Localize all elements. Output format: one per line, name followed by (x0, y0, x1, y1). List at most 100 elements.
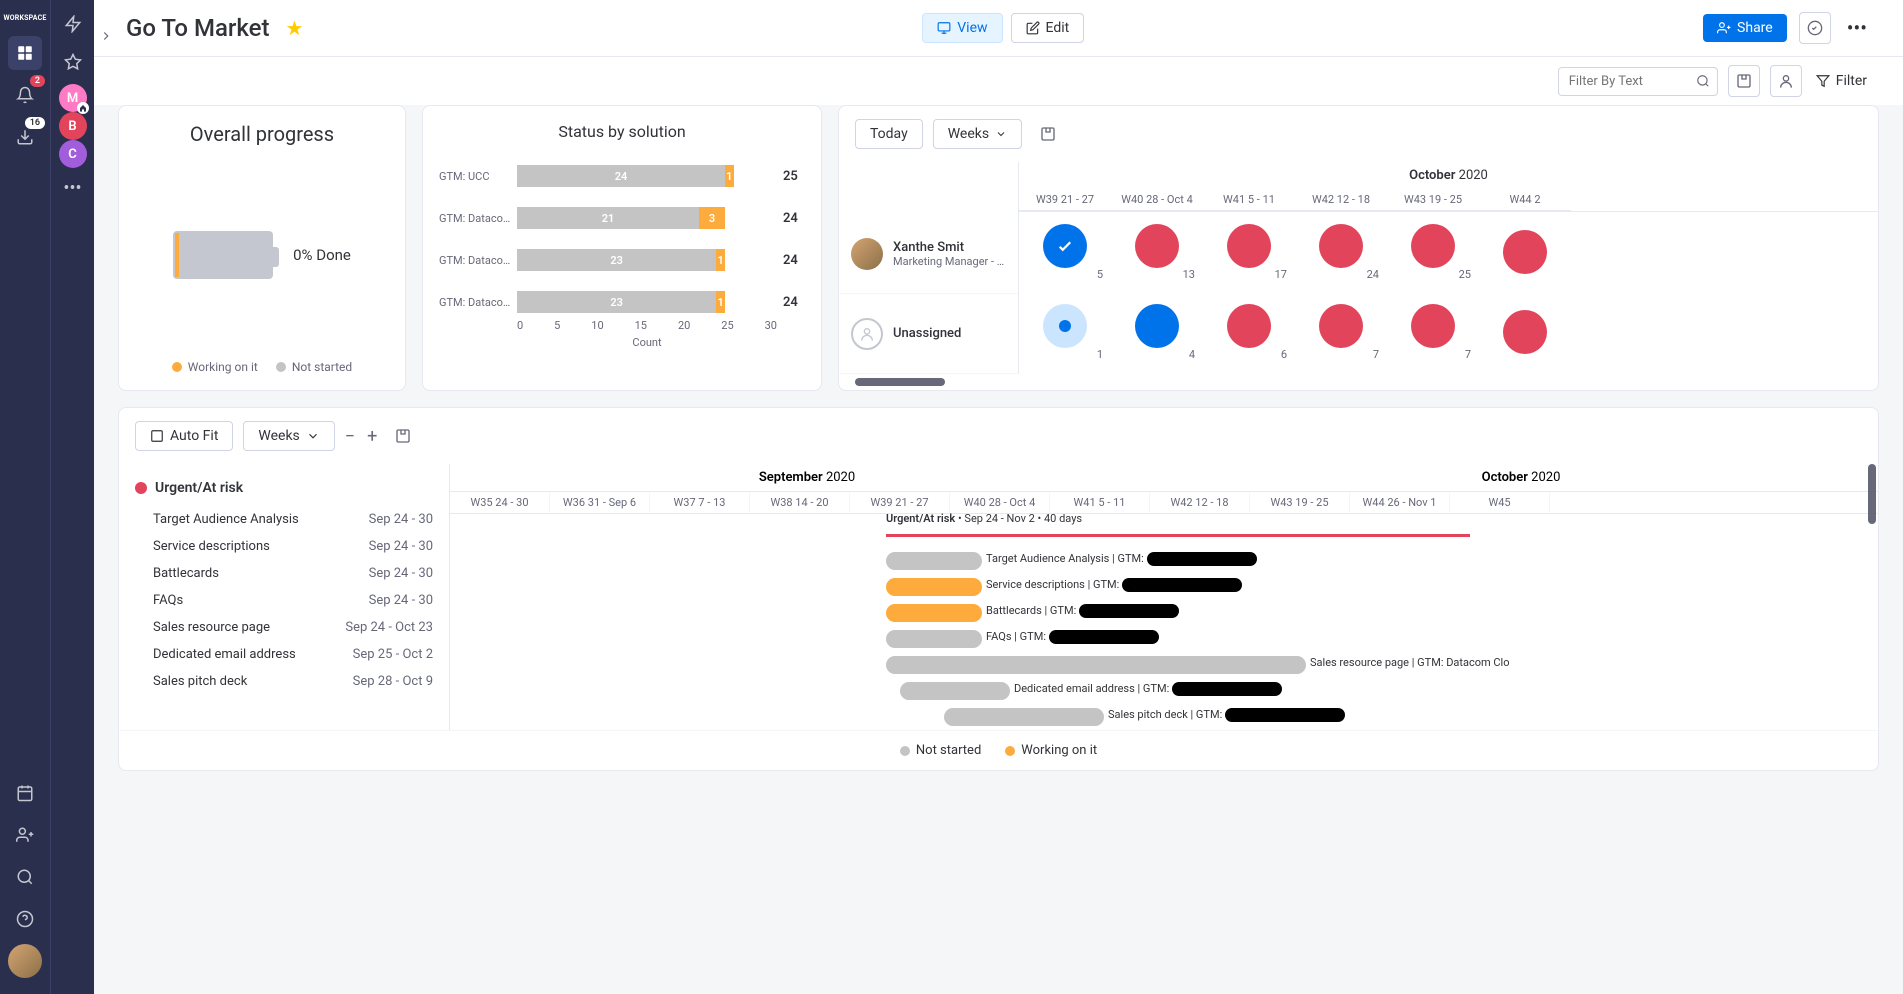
autofit-button[interactable]: Auto Fit (135, 421, 233, 451)
timeline-cell[interactable]: 6 (1203, 304, 1295, 361)
toolbar: Filter (94, 57, 1903, 105)
timeline-cell[interactable]: 5 (1019, 224, 1111, 281)
invite-icon[interactable] (8, 818, 42, 852)
timeline-cell[interactable]: 17 (1203, 224, 1295, 281)
timeline-week-header: W42 12 - 18 (1295, 189, 1387, 211)
timeline-cell[interactable]: 4 (1111, 304, 1203, 361)
timeline-card: Today Weeks Xanthe SmitMarketing Manager… (838, 105, 1879, 391)
gantt-week-header: W43 19 - 25 (1250, 492, 1350, 513)
nav-rail: WORKSPACE 2 16 (0, 0, 50, 994)
filter-label: Filter (1836, 73, 1867, 89)
gantt-task-row[interactable]: Dedicated email addressSep 25 - Oct 2 (135, 641, 433, 668)
timeline-cell[interactable]: 7 (1387, 304, 1479, 361)
gantt-week-header: W37 7 - 13 (650, 492, 750, 513)
workspace-b[interactable]: B (59, 112, 87, 140)
view-tab[interactable]: View (922, 13, 1002, 43)
timeline-cell[interactable]: 1 (1019, 304, 1111, 361)
timeline-week-header: W41 5 - 11 (1203, 189, 1295, 211)
zoom-out-button[interactable]: − (345, 426, 355, 447)
legend-item: Working on it (1005, 743, 1097, 758)
page-title: Go To Market (126, 14, 270, 42)
timeline-person-row[interactable]: Xanthe SmitMarketing Manager - … (839, 214, 1018, 294)
gantt-bar[interactable] (886, 552, 982, 570)
gantt-task-row[interactable]: FAQsSep 24 - 30 (135, 587, 433, 614)
inbox-icon[interactable]: 16 (8, 120, 42, 154)
gantt-week-header: W40 28 - Oct 4 (950, 492, 1050, 513)
gantt-task-row[interactable]: BattlecardsSep 24 - 30 (135, 560, 433, 587)
person-filter-icon[interactable] (1770, 65, 1802, 97)
user-avatar[interactable] (8, 944, 42, 978)
edit-tab[interactable]: Edit (1011, 13, 1085, 43)
timeline-cell[interactable]: 7 (1295, 304, 1387, 361)
today-button[interactable]: Today (855, 119, 923, 149)
notifications-icon[interactable]: 2 (8, 78, 42, 112)
help-icon[interactable] (8, 902, 42, 936)
chart-row: GTM: Datacom…23124 (439, 291, 805, 313)
gantt-group-header[interactable]: Urgent/At risk (135, 464, 433, 506)
collapse-icon[interactable] (94, 24, 118, 48)
view-tab-label: View (957, 20, 987, 36)
timeline-cell[interactable] (1479, 230, 1571, 274)
legend-item: Not started (900, 743, 981, 758)
export-icon[interactable] (1032, 118, 1064, 150)
more-menu-icon[interactable]: ••• (1843, 16, 1871, 40)
inbox-badge: 16 (25, 117, 45, 129)
filter-button[interactable]: Filter (1812, 73, 1871, 89)
timeline-cell[interactable]: 13 (1111, 224, 1203, 281)
chart-row: GTM: Datacom…23124 (439, 249, 805, 271)
timeline-week-header: W44 2 (1479, 189, 1571, 211)
chevron-down-icon (306, 429, 320, 443)
share-button[interactable]: Share (1703, 14, 1787, 42)
more-workspaces-icon[interactable]: ••• (59, 174, 85, 203)
gantt-week-header: W38 14 - 20 (750, 492, 850, 513)
timeline-scrollbar[interactable] (855, 378, 945, 386)
timeline-month: October 2020 (1019, 162, 1878, 189)
gantt-bar[interactable] (944, 708, 1104, 726)
status-chart-title: Status by solution (439, 122, 805, 141)
gantt-week-header: W36 31 - Sep 6 (550, 492, 650, 513)
gantt-export-icon[interactable] (387, 420, 419, 452)
search-icon[interactable] (8, 860, 42, 894)
timeline-scale-select[interactable]: Weeks (933, 119, 1022, 149)
save-view-icon[interactable] (1728, 65, 1760, 97)
gantt-card: Auto Fit Weeks −+ Urgent/At risk Target … (118, 407, 1879, 771)
favorite-star-icon[interactable]: ★ (286, 16, 304, 40)
bolt-icon[interactable] (57, 8, 89, 40)
notif-badge: 2 (30, 75, 45, 87)
gantt-task-row[interactable]: Target Audience AnalysisSep 24 - 30 (135, 506, 433, 533)
gantt-scale-select[interactable]: Weeks (243, 421, 334, 451)
filter-text-input[interactable] (1558, 67, 1718, 96)
overall-progress-card: Overall progress 0% Done Working on itNo… (118, 105, 406, 391)
gantt-task-row[interactable]: Sales pitch deckSep 28 - Oct 9 (135, 668, 433, 695)
gantt-month-header: October 2020 (1164, 464, 1878, 492)
workspace-m[interactable]: M (59, 84, 87, 112)
gantt-bar[interactable] (886, 578, 982, 596)
gantt-bar[interactable] (886, 604, 982, 622)
timeline-cell[interactable] (1479, 310, 1571, 354)
calendar-icon[interactable] (8, 776, 42, 810)
gantt-week-header: W35 24 - 30 (450, 492, 550, 513)
chart-row: GTM: Datacom…21324 (439, 207, 805, 229)
timeline-person-row[interactable]: Unassigned (839, 294, 1018, 374)
legend-item: Working on it (172, 360, 258, 374)
share-label: Share (1737, 20, 1773, 36)
group-name: Urgent/At risk (155, 480, 243, 496)
gantt-week-header: W42 12 - 18 (1150, 492, 1250, 513)
favorites-icon[interactable] (57, 46, 89, 78)
boards-icon[interactable] (8, 36, 42, 70)
gantt-bar[interactable] (900, 682, 1010, 700)
zoom-in-button[interactable]: + (367, 426, 377, 447)
brand-logo: WORKSPACE (1, 8, 48, 28)
gantt-task-row[interactable]: Service descriptionsSep 24 - 30 (135, 533, 433, 560)
workspace-c[interactable]: C (59, 140, 87, 168)
timeline-cell[interactable]: 24 (1295, 224, 1387, 281)
unassigned-icon (851, 318, 883, 350)
gantt-week-header: W45 (1450, 492, 1550, 513)
gantt-month-header: September 2020 (450, 464, 1164, 492)
gantt-bar[interactable] (886, 630, 982, 648)
status-chart-card: Status by solution GTM: UCC24125GTM: Dat… (422, 105, 822, 391)
gantt-task-row[interactable]: Sales resource pageSep 24 - Oct 23 (135, 614, 433, 641)
timeline-cell[interactable]: 25 (1387, 224, 1479, 281)
gantt-bar[interactable] (886, 656, 1306, 674)
activity-icon[interactable] (1799, 12, 1831, 44)
